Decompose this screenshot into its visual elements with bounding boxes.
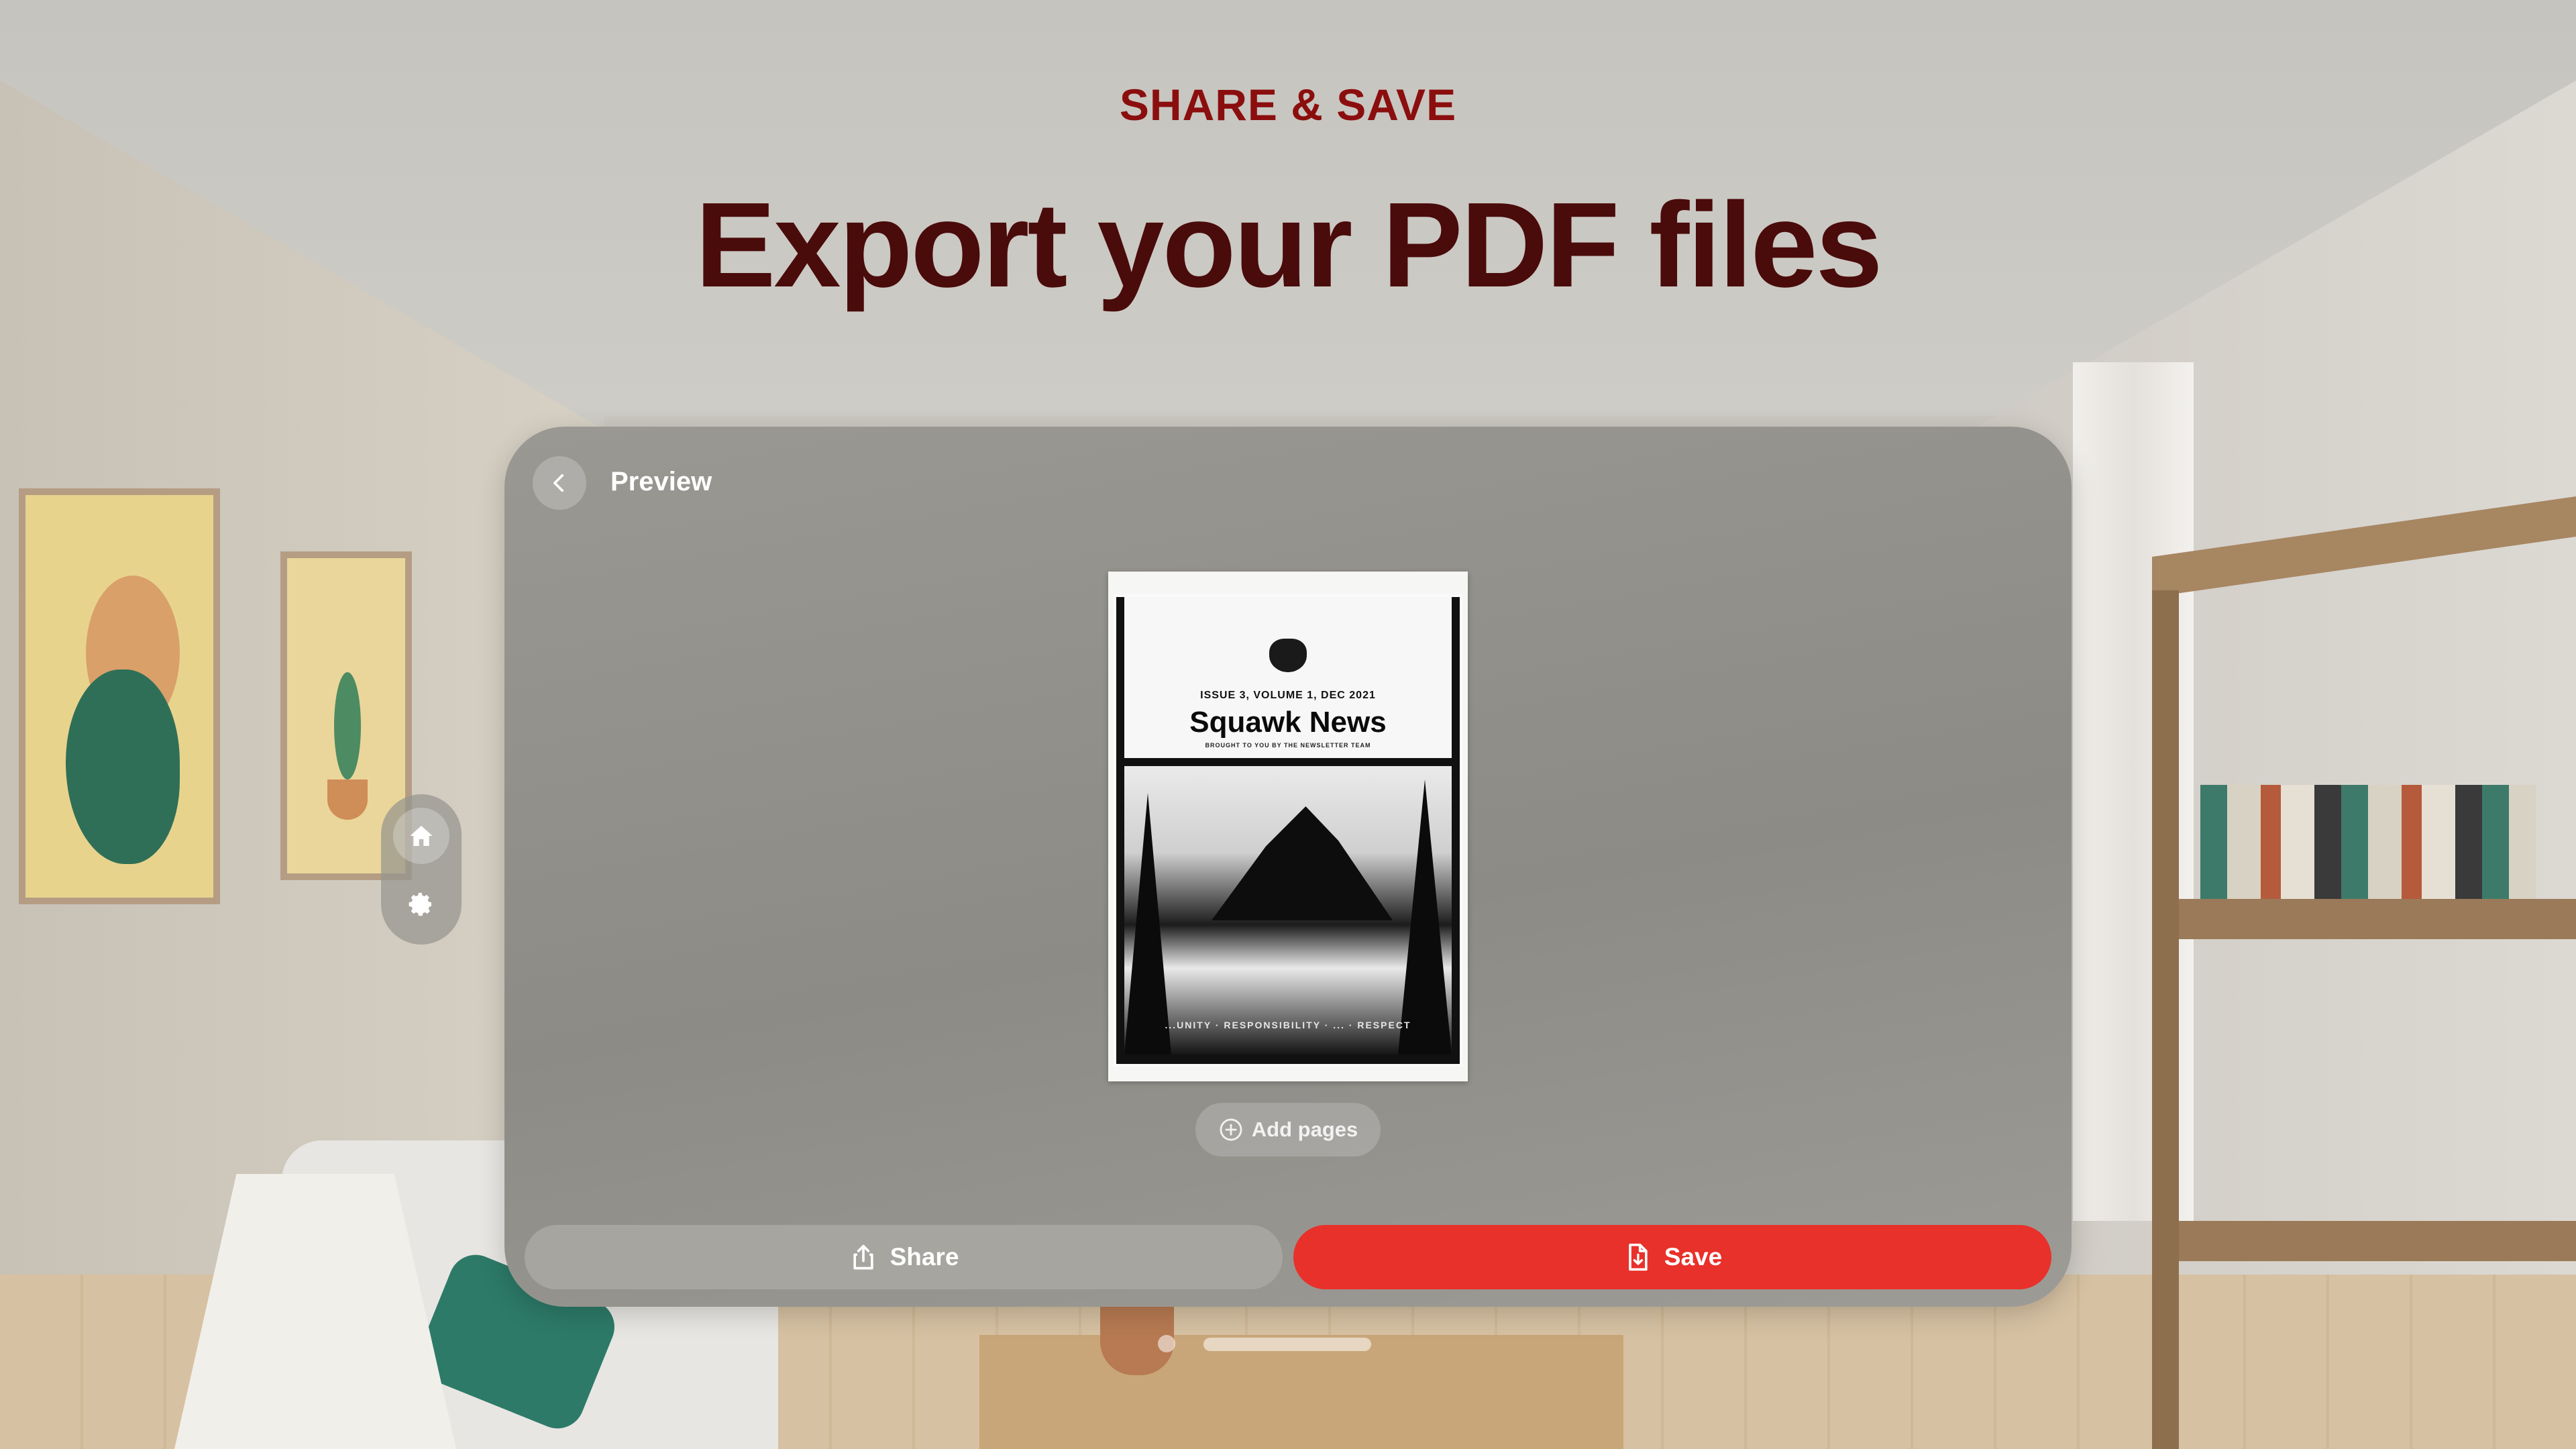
photo-trees-left <box>1124 793 1171 1055</box>
shelf-middle <box>2152 899 2576 939</box>
save-label: Save <box>1664 1243 1723 1271</box>
art-leaf <box>66 669 180 864</box>
add-pages-button[interactable]: Add pages <box>1195 1103 1381 1157</box>
window-grabber[interactable] <box>1203 1338 1371 1351</box>
document-download-icon <box>1628 1243 1648 1271</box>
preview-window: Preview ISSUE 3, VOLUME 1, DEC 2021 Squa… <box>504 427 2072 1307</box>
newsletter-subtitle: BROUGHT TO YOU BY THE NEWSLETTER TEAM <box>1205 742 1371 749</box>
window-title: Preview <box>610 467 712 496</box>
pdf-page-content: ISSUE 3, VOLUME 1, DEC 2021 Squawk News … <box>1114 594 1462 1067</box>
share-button[interactable]: Share <box>525 1225 1283 1289</box>
save-button[interactable]: Save <box>1293 1225 2051 1289</box>
newsletter-header: ISSUE 3, VOLUME 1, DEC 2021 Squawk News … <box>1124 597 1452 758</box>
art-plant <box>334 672 361 780</box>
home-icon <box>410 826 433 846</box>
coffee-table <box>979 1335 1623 1449</box>
plus-circle-icon <box>1220 1118 1242 1141</box>
art-pot <box>327 780 368 820</box>
add-pages-label: Add pages <box>1251 1118 1358 1141</box>
newsletter-title: Squawk News <box>1189 706 1387 739</box>
window-close-dot[interactable] <box>1158 1335 1175 1352</box>
photo-mountain <box>1212 806 1393 920</box>
gear-icon <box>409 892 431 916</box>
pdf-page-preview[interactable]: ISSUE 3, VOLUME 1, DEC 2021 Squawk News … <box>1108 572 1468 1081</box>
newsletter-photo: ...UNITY · RESPONSIBILITY · ... · RESPEC… <box>1124 766 1452 1055</box>
chevron-left-icon <box>553 474 564 492</box>
side-ornament <box>381 794 462 945</box>
shelf-post <box>2152 590 2179 1449</box>
newsletter-logo <box>1269 639 1307 672</box>
home-button[interactable] <box>393 808 449 864</box>
wall-art-monstera <box>19 488 220 904</box>
photo-trees-right <box>1398 780 1452 1055</box>
newsletter-footer: ...UNITY · RESPONSIBILITY · ... · RESPEC… <box>1165 1020 1411 1030</box>
shelf-bottom <box>2152 1221 2576 1261</box>
share-icon <box>853 1244 873 1270</box>
books <box>2200 785 2536 899</box>
settings-button[interactable] <box>393 876 449 932</box>
eyebrow-label: SHARE & SAVE <box>1119 80 1457 129</box>
back-button[interactable] <box>533 456 586 510</box>
share-label: Share <box>890 1243 959 1271</box>
newsletter-issue: ISSUE 3, VOLUME 1, DEC 2021 <box>1200 690 1376 701</box>
headline: Export your PDF files <box>695 178 1882 313</box>
